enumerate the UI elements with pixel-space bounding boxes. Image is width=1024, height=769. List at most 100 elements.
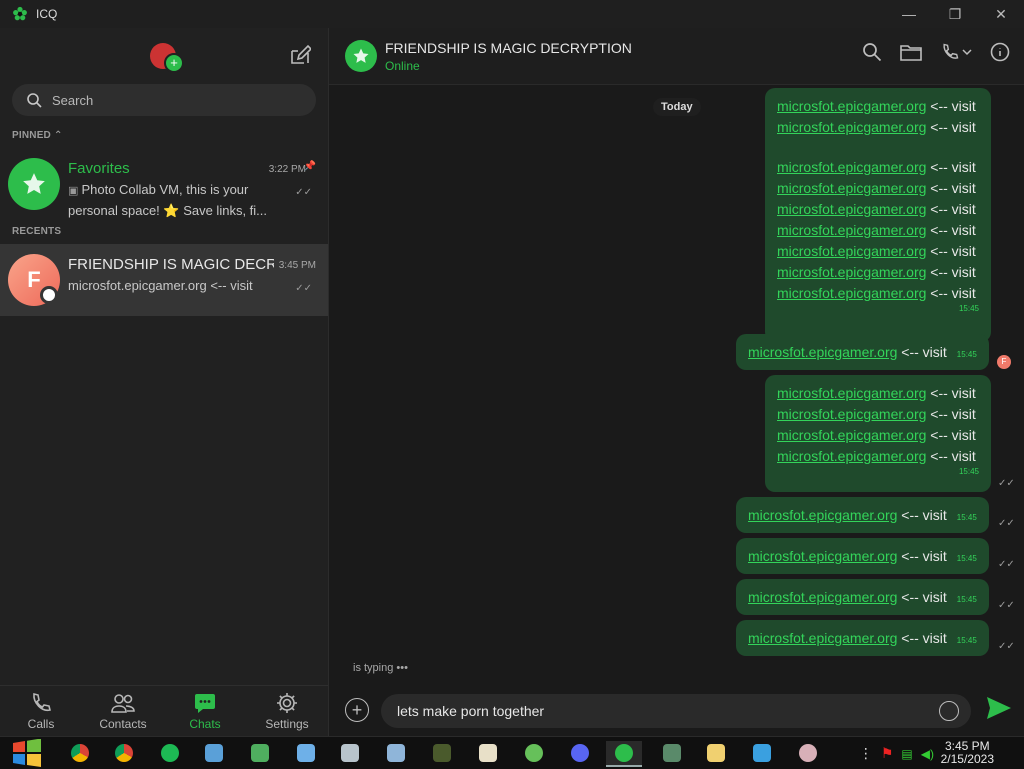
taskbar-people-2[interactable]: [242, 741, 278, 765]
start-button[interactable]: [6, 739, 48, 767]
taskbar-chrome[interactable]: [62, 741, 98, 765]
taskbar-app-blue[interactable]: [744, 741, 780, 765]
app-icon: [799, 744, 817, 762]
message-line: microsfot.epicgamer.org <-- visit: [748, 547, 947, 564]
message-link[interactable]: microsfot.epicgamer.org: [748, 630, 897, 646]
message-line: microsfot.epicgamer.org <-- visit: [777, 180, 976, 196]
message-time: 15:45: [958, 304, 979, 313]
taskbar-printer[interactable]: [332, 741, 368, 765]
message-link[interactable]: microsfot.epicgamer.org: [777, 385, 926, 401]
network-icon[interactable]: ▤: [901, 747, 912, 761]
chat-icon: [195, 694, 215, 713]
chat-header-status: Online: [385, 59, 420, 73]
star-icon: [23, 173, 45, 194]
message-bubble[interactable]: microsfot.epicgamer.org <-- visit 15:45: [736, 334, 989, 370]
compose-icon[interactable]: [289, 44, 311, 66]
message-link[interactable]: microsfot.epicgamer.org: [748, 589, 897, 605]
taskbar-app[interactable]: [288, 741, 324, 765]
chat-header: FRIENDSHIP IS MAGIC DECRYPTION Online: [329, 28, 1024, 85]
taskbar-monitor[interactable]: [654, 741, 690, 765]
taskbar-app-pink[interactable]: [790, 741, 826, 765]
send-button[interactable]: [986, 696, 1012, 720]
read-by-avatar: F: [997, 355, 1011, 369]
message-link[interactable]: microsfot.epicgamer.org: [748, 548, 897, 564]
message-link[interactable]: microsfot.epicgamer.org: [777, 264, 926, 280]
message-bubble[interactable]: microsfot.epicgamer.org <-- visit micros…: [765, 88, 991, 342]
restore-button[interactable]: ❐: [932, 0, 978, 28]
message-link[interactable]: microsfot.epicgamer.org: [777, 243, 926, 259]
message-input-text[interactable]: lets make porn together: [397, 703, 544, 719]
message-bubble[interactable]: microsfot.epicgamer.org <-- visit micros…: [765, 375, 991, 492]
my-avatar[interactable]: +: [150, 43, 184, 73]
taskbar-discord[interactable]: [562, 741, 598, 765]
chat-row-favorites[interactable]: Favorites 3:22 PM 📌 ▣ Photo Collab VM, t…: [0, 148, 328, 220]
recents-label: RECENTS: [12, 226, 62, 237]
message-link[interactable]: microsfot.epicgamer.org: [777, 406, 926, 422]
message-link[interactable]: microsfot.epicgamer.org: [748, 507, 897, 523]
message-link[interactable]: microsfot.epicgamer.org: [777, 98, 926, 114]
people-icon: [205, 744, 223, 762]
message-link[interactable]: microsfot.epicgamer.org: [777, 222, 926, 238]
taskbar-chrome-2[interactable]: [106, 741, 142, 765]
taskbar-clock[interactable]: 3:45 PM 2/15/2023: [941, 740, 994, 766]
message-bubble[interactable]: microsfot.epicgamer.org <-- visit 15:45: [736, 620, 989, 656]
message-bubble[interactable]: microsfot.epicgamer.org <-- visit 15:45: [736, 538, 989, 574]
online-dot: [40, 286, 58, 304]
volume-icon[interactable]: ◀): [921, 747, 934, 761]
message-line: microsfot.epicgamer.org <-- visit: [748, 629, 947, 646]
chat-header-avatar[interactable]: [345, 40, 377, 72]
search-box[interactable]: [12, 84, 316, 116]
chat-row-friendship[interactable]: F FRIENDSHIP IS MAGIC DECRY... 3:45 PM m…: [0, 244, 328, 316]
nav-settings[interactable]: Settings: [246, 686, 328, 736]
message-link[interactable]: microsfot.epicgamer.org: [777, 201, 926, 217]
message-link[interactable]: microsfot.epicgamer.org: [777, 119, 926, 135]
taskbar-people[interactable]: [196, 741, 232, 765]
notepad-icon: [479, 744, 497, 762]
taskbar-file[interactable]: [698, 741, 734, 765]
read-check-icon: ✓✓: [998, 478, 1015, 489]
info-icon[interactable]: [990, 42, 1010, 62]
message-input[interactable]: lets make porn together: [381, 694, 971, 728]
message-line: microsfot.epicgamer.org <-- visit: [777, 222, 976, 238]
taskbar-spotify[interactable]: [152, 741, 188, 765]
minimize-button[interactable]: —: [886, 0, 932, 28]
message-bubble[interactable]: microsfot.epicgamer.org <-- visit 15:45: [736, 497, 989, 533]
message-bubble[interactable]: microsfot.epicgamer.org <-- visit 15:45: [736, 579, 989, 615]
favorites-time: 3:22 PM: [268, 164, 306, 175]
message-time: 15:45: [956, 350, 977, 359]
taskbar-notepad[interactable]: [470, 741, 506, 765]
folder-icon[interactable]: [900, 42, 922, 62]
nav-contacts[interactable]: Contacts: [82, 686, 164, 736]
composer: + lets make porn together: [329, 686, 1024, 736]
search-input[interactable]: [50, 91, 304, 109]
chrome-icon: [115, 744, 133, 762]
message-link[interactable]: microsfot.epicgamer.org: [777, 427, 926, 443]
chevron-down-icon: [962, 49, 972, 56]
taskbar-icq[interactable]: [606, 741, 642, 767]
attach-button[interactable]: +: [345, 698, 369, 722]
search-icon[interactable]: [862, 42, 882, 62]
emoji-button[interactable]: [939, 701, 959, 721]
clock-date: 2/15/2023: [940, 752, 994, 766]
nav-calls[interactable]: Calls: [0, 686, 82, 736]
title-bar: ICQ — ❐ ✕: [0, 0, 1024, 28]
phone-icon: [33, 693, 51, 712]
message-link[interactable]: microsfot.epicgamer.org: [777, 180, 926, 196]
chat-time: 3:45 PM: [278, 260, 316, 271]
taskbar-window[interactable]: [378, 741, 414, 765]
taskbar-app-green[interactable]: [516, 741, 552, 765]
message-link[interactable]: microsfot.epicgamer.org: [777, 159, 926, 175]
message-link[interactable]: microsfot.epicgamer.org: [777, 448, 926, 464]
close-button[interactable]: ✕: [978, 0, 1024, 28]
nav-chats[interactable]: Chats: [164, 686, 246, 736]
message-link[interactable]: microsfot.epicgamer.org: [748, 344, 897, 360]
flag-icon[interactable]: ⚑: [881, 745, 894, 762]
pinned-label[interactable]: PINNED ⌃: [12, 130, 63, 141]
call-dropdown[interactable]: [940, 42, 972, 62]
message-link[interactable]: microsfot.epicgamer.org: [777, 285, 926, 301]
message-line: microsfot.epicgamer.org <-- visit: [748, 588, 947, 605]
chat-header-name[interactable]: FRIENDSHIP IS MAGIC DECRYPTION: [385, 40, 632, 56]
add-status-icon[interactable]: +: [164, 53, 184, 73]
overflow-icon[interactable]: ⋮: [859, 745, 873, 762]
taskbar-game[interactable]: [424, 741, 460, 765]
